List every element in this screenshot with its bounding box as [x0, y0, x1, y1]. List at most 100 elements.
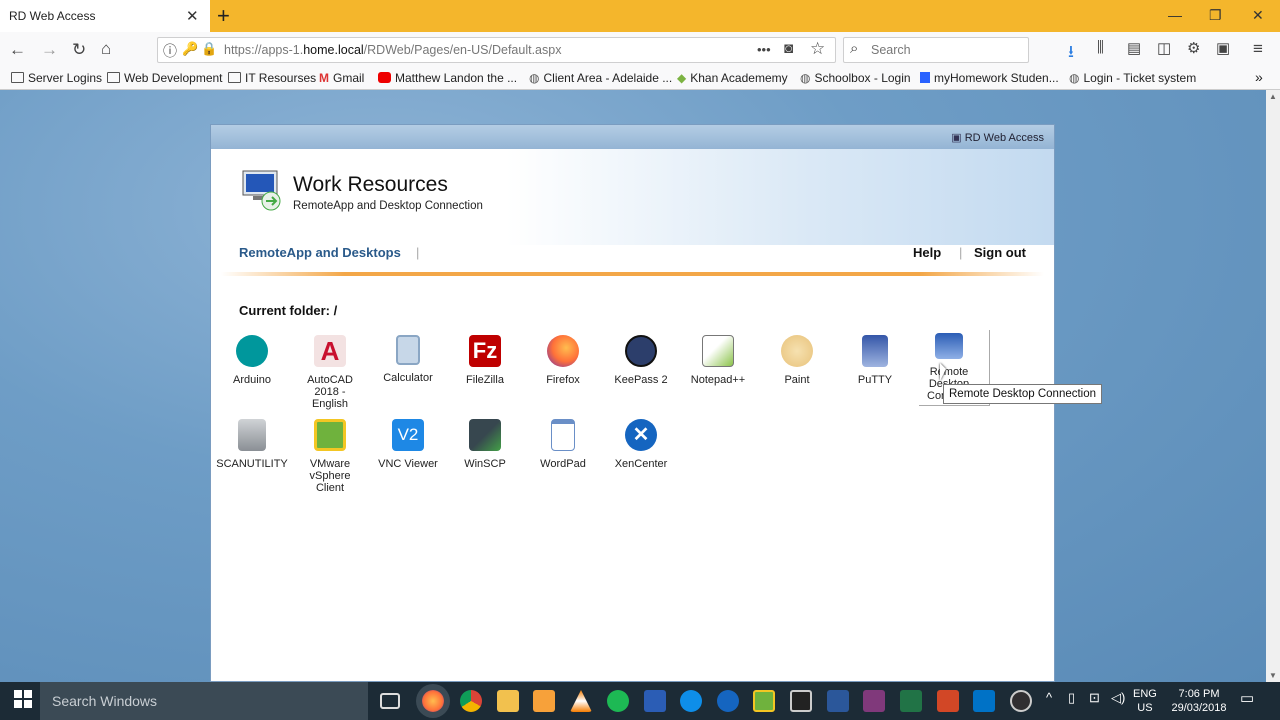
app-filezilla[interactable]: Fz FileZilla: [446, 335, 524, 386]
bookmark-ticket-system[interactable]: ◍ Login - Ticket system: [1069, 71, 1196, 85]
publisher-icon[interactable]: [900, 690, 922, 712]
scroll-up-icon[interactable]: ▲: [1269, 92, 1277, 101]
leaf-icon: ◆: [677, 71, 687, 85]
putty-icon: [862, 335, 888, 367]
file-explorer-icon[interactable]: [497, 690, 519, 712]
notifications-icon[interactable]: ▭: [1240, 689, 1254, 707]
nav-separator: |: [416, 245, 420, 260]
outlook-icon[interactable]: [973, 690, 995, 712]
app-vnc-viewer[interactable]: V2 VNC Viewer: [369, 419, 447, 470]
volume-icon[interactable]: ◁): [1111, 690, 1125, 706]
app-arduino[interactable]: Arduino: [213, 335, 291, 386]
taskbar-search-input[interactable]: Search Windows: [52, 693, 157, 709]
help-link[interactable]: Help: [913, 245, 941, 260]
paint-icon: [781, 335, 813, 367]
network-icon[interactable]: ⊡: [1089, 690, 1100, 706]
tab-close-icon[interactable]: ✕: [186, 7, 199, 25]
tray-expand-icon[interactable]: ^: [1046, 690, 1052, 705]
xencenter-icon: ✕: [625, 419, 657, 451]
app-vmware[interactable]: VMware vSphere Client: [291, 419, 369, 494]
spotify-icon[interactable]: [607, 690, 629, 712]
lock-icon[interactable]: 🔒: [201, 41, 217, 57]
filezilla-icon: Fz: [469, 335, 501, 367]
home-icon[interactable]: ⌂: [101, 39, 111, 59]
sign-out-link[interactable]: Sign out: [974, 245, 1026, 260]
teamviewer-icon[interactable]: [680, 690, 702, 712]
battery-icon[interactable]: ▯: [1068, 690, 1075, 706]
app-xencenter[interactable]: ✕ XenCenter: [602, 419, 680, 470]
sidebar-icon[interactable]: ◫: [1157, 39, 1171, 57]
onenote-icon[interactable]: [863, 690, 885, 712]
vnc-icon: V2: [392, 419, 424, 451]
permissions-icon[interactable]: 🔑: [182, 41, 198, 57]
app-putty[interactable]: PuTTY: [836, 335, 914, 386]
pocket-icon[interactable]: ◙: [784, 40, 793, 57]
bookmark-it-resourses[interactable]: IT Resourses: [228, 71, 316, 85]
bookmark-gmail[interactable]: M Gmail: [319, 71, 364, 85]
url-text[interactable]: https://apps-1.home.local/RDWeb/Pages/en…: [224, 43, 561, 57]
word-icon[interactable]: [827, 690, 849, 712]
bookmarks-overflow-icon[interactable]: »: [1255, 69, 1263, 85]
bookmark-schoolbox[interactable]: ◍ Schoolbox - Login: [800, 71, 911, 85]
clock[interactable]: 7:06 PM 29/03/2018: [1168, 687, 1230, 715]
library-icon[interactable]: ⫼: [1097, 39, 1104, 56]
app-paint[interactable]: Paint: [758, 335, 836, 386]
page-subtitle: RemoteApp and Desktop Connection: [293, 200, 483, 212]
powerpoint-icon[interactable]: [937, 690, 959, 712]
search-input[interactable]: Search: [871, 43, 911, 57]
app-winscp[interactable]: WinSCP: [446, 419, 524, 470]
forward-icon[interactable]: →: [41, 40, 58, 60]
info-icon[interactable]: ⓘ: [163, 41, 177, 61]
app-keepass[interactable]: KeePass 2: [602, 335, 680, 386]
bookmark-client-area[interactable]: ◍ Client Area - Adelaide ...: [529, 71, 672, 85]
globe-icon: ◍: [529, 71, 540, 85]
vmware-taskbar-icon[interactable]: [753, 690, 775, 712]
download-icon[interactable]: ⭳: [1068, 39, 1074, 68]
bookmark-web-development[interactable]: Web Development: [107, 71, 223, 85]
new-tab-button[interactable]: +: [217, 3, 230, 29]
restore-icon[interactable]: ❐: [1209, 7, 1222, 24]
app-notepadpp[interactable]: Notepad++: [679, 335, 757, 386]
app-firefox[interactable]: Firefox: [524, 335, 602, 386]
page-title: Work Resources: [293, 173, 448, 196]
bookmark-matthew-landon[interactable]: Matthew Landon the ...: [378, 71, 517, 85]
page-scrollbar[interactable]: ▲ ▼: [1266, 90, 1280, 682]
reload-icon[interactable]: ↻: [72, 40, 86, 60]
menu-icon[interactable]: ≡: [1253, 39, 1263, 59]
tab-bar: RD Web Access ✕ + — ❐ ✕: [0, 0, 1280, 32]
winscp-icon: [469, 419, 501, 451]
app-wordpad[interactable]: WordPad: [524, 419, 602, 470]
media-player-icon[interactable]: [533, 690, 555, 712]
firefox-taskbar-icon[interactable]: [422, 690, 444, 712]
close-window-icon[interactable]: ✕: [1252, 7, 1264, 24]
language-indicator[interactable]: ENG US: [1133, 687, 1157, 715]
scroll-down-icon[interactable]: ▼: [1269, 671, 1277, 680]
xencenter-taskbar-icon[interactable]: [717, 690, 739, 712]
panel-header-bar: ▣ RD Web Access: [211, 125, 1054, 149]
browser-tab[interactable]: RD Web Access ✕: [0, 0, 210, 32]
app-scanutility[interactable]: SCANUTILITY: [213, 419, 291, 470]
youtube-icon: [378, 72, 391, 83]
bookmark-server-logins[interactable]: Server Logins: [11, 71, 102, 85]
bookmark-myhomework[interactable]: myHomework Studen...: [920, 71, 1059, 85]
badge-extension-icon[interactable]: ▣: [1216, 39, 1230, 57]
scanner-icon: [238, 419, 266, 451]
back-icon[interactable]: ←: [9, 40, 26, 60]
tab-remoteapp-desktops[interactable]: RemoteApp and Desktops: [239, 245, 401, 260]
windows-start-icon[interactable]: [14, 690, 32, 708]
chrome-taskbar-icon[interactable]: [460, 690, 482, 712]
extension-icon[interactable]: ⚙: [1187, 39, 1200, 57]
bookmark-star-icon[interactable]: ☆: [810, 39, 825, 59]
page-actions-icon[interactable]: •••: [757, 42, 771, 57]
bookmark-khan-academy[interactable]: ◆ Khan Academemy: [677, 71, 788, 85]
terminal-icon[interactable]: [790, 690, 812, 712]
remote-desktop-taskbar-icon[interactable]: [644, 690, 666, 712]
obs-icon[interactable]: [1010, 690, 1032, 712]
reader-icon[interactable]: ▤: [1127, 39, 1141, 57]
mouse-cursor-icon: [940, 363, 946, 381]
app-autocad[interactable]: A AutoCAD 2018 - English: [291, 335, 369, 410]
minimize-icon[interactable]: —: [1168, 7, 1182, 23]
search-icon: ⌕: [850, 40, 859, 57]
task-view-icon[interactable]: [380, 693, 400, 709]
app-calculator[interactable]: Calculator: [369, 335, 447, 384]
